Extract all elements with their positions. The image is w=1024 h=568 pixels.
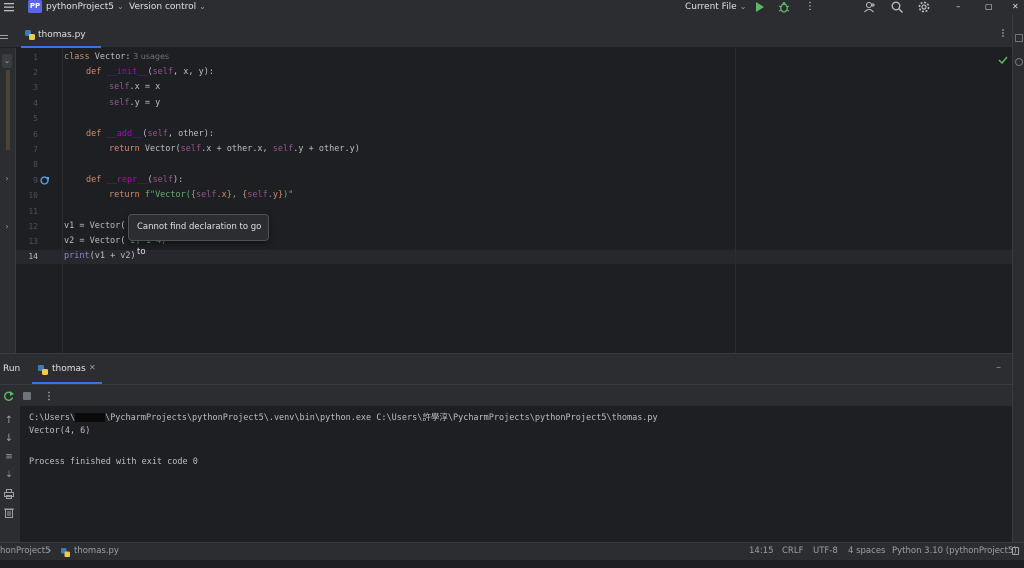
console-line-output: Vector(4, 6) bbox=[29, 426, 91, 436]
run-console[interactable]: C:\Users\ \PycharmProjects\pythonProject5… bbox=[20, 406, 1012, 542]
tab-run-thomas[interactable]: thomas ✕ bbox=[32, 358, 102, 384]
scroll-to-end-icon[interactable]: ⇣ bbox=[2, 468, 16, 482]
print-icon[interactable] bbox=[4, 489, 14, 502]
vcs-menu[interactable]: Version control ⌄ bbox=[129, 0, 206, 14]
run-side-toolbar: ↑ ↓ ≡ ⇣ bbox=[0, 406, 20, 542]
hamburger-menu-icon[interactable] bbox=[4, 2, 14, 12]
console-line-exit: Process finished with exit code 0 bbox=[29, 457, 198, 467]
line-number: 11 bbox=[28, 207, 38, 216]
code-line-2: def __init__(self, x, y): bbox=[86, 67, 214, 77]
code-line-10: return f"Vector({self.x}, {self.y})" bbox=[109, 190, 294, 200]
code-editor[interactable]: 1 2 3 4 5 6 7 8 9 10 11 12 13 14 class V… bbox=[16, 48, 1012, 353]
title-bar: PP pythonProject5 ⌄ Version control ⌄ Curr… bbox=[0, 0, 1024, 14]
project-scrollbar[interactable] bbox=[6, 70, 10, 150]
declaration-tooltip: Cannot find declaration to go to bbox=[128, 214, 269, 257]
trash-icon[interactable] bbox=[4, 507, 14, 521]
override-gutter-icon[interactable] bbox=[40, 175, 49, 188]
file-encoding[interactable]: UTF-8 bbox=[813, 546, 838, 556]
usages-hint[interactable]: 3 usages bbox=[133, 52, 169, 61]
breadcrumb-project[interactable]: honProject5 bbox=[0, 546, 50, 556]
run-panel-header: Run thomas ✕ – bbox=[0, 353, 1012, 384]
run-panel-title[interactable]: Run bbox=[3, 364, 20, 374]
status-bar: honProject5 › thomas.py 14:15 CRLF UTF-8… bbox=[0, 542, 1024, 560]
run-tab-label: thomas bbox=[52, 364, 86, 374]
project-badge[interactable]: PP bbox=[28, 0, 42, 13]
code-line-1: class Vector: 3 usages bbox=[64, 52, 170, 62]
line-endings[interactable]: CRLF bbox=[782, 546, 803, 556]
code-line-7: return Vector(self.x + other.x, self.y +… bbox=[109, 144, 360, 154]
expand-arrow-icon[interactable]: › bbox=[2, 220, 12, 234]
line-number: 2 bbox=[33, 68, 38, 77]
line-number: 4 bbox=[33, 99, 38, 108]
code-line-4: self.y = y bbox=[109, 98, 161, 108]
code-line-3: self.x = x bbox=[109, 82, 161, 92]
tab-label: thomas.py bbox=[38, 30, 86, 40]
expand-arrow-icon[interactable]: › bbox=[2, 172, 12, 186]
line-number: 1 bbox=[33, 53, 38, 62]
lock-icon[interactable] bbox=[1012, 547, 1019, 555]
line-number: 5 bbox=[33, 114, 38, 123]
more-actions-icon[interactable]: ⋮ bbox=[805, 0, 815, 14]
tab-overflow-icon[interactable] bbox=[1000, 28, 1006, 41]
line-number: 6 bbox=[33, 130, 38, 139]
line-number: 10 bbox=[28, 191, 38, 200]
run-config-label: Current File bbox=[685, 2, 737, 12]
line-number: 8 bbox=[33, 160, 38, 169]
chevron-down-icon: ⌄ bbox=[199, 2, 206, 11]
right-margin-guide bbox=[735, 48, 736, 353]
notifications-icon[interactable] bbox=[1015, 34, 1023, 42]
restore-button[interactable]: ▢ bbox=[985, 0, 993, 14]
soft-wrap-icon[interactable]: ≡ bbox=[2, 450, 16, 464]
close-window-button[interactable]: ✕ bbox=[1012, 0, 1019, 14]
minimize-panel-icon[interactable]: – bbox=[996, 362, 1001, 373]
more-options-icon[interactable] bbox=[47, 391, 51, 404]
minimize-button[interactable]: – bbox=[956, 0, 961, 14]
redacted-username bbox=[75, 413, 106, 422]
hamburger-menu-icon[interactable] bbox=[0, 32, 8, 45]
database-icon[interactable] bbox=[1015, 58, 1023, 66]
line-number: 3 bbox=[33, 83, 38, 92]
project-name: pythonProject5 bbox=[46, 2, 115, 12]
left-tool-strip: ⌄ › › bbox=[0, 48, 16, 353]
scroll-up-icon[interactable]: ↑ bbox=[2, 414, 16, 428]
vcs-label: Version control bbox=[129, 2, 197, 12]
line-number: 7 bbox=[33, 145, 38, 154]
project-switcher[interactable]: pythonProject5 ⌄ bbox=[46, 0, 124, 14]
chevron-down-icon: ⌄ bbox=[117, 2, 124, 11]
chevron-down-icon[interactable]: ⌄ bbox=[2, 54, 12, 68]
line-number: 9 bbox=[33, 176, 38, 185]
breadcrumb-file[interactable]: thomas.py bbox=[74, 546, 119, 556]
taskbar-strip bbox=[0, 560, 1024, 568]
current-line-highlight bbox=[16, 250, 1012, 264]
rerun-icon[interactable] bbox=[4, 391, 14, 404]
code-line-9: def __repr__(self): bbox=[86, 175, 184, 185]
caret-position[interactable]: 14:15 bbox=[749, 546, 774, 556]
run-toolbar bbox=[0, 384, 1012, 406]
chevron-down-icon: ⌄ bbox=[739, 2, 747, 11]
scroll-down-icon[interactable]: ↓ bbox=[2, 432, 16, 446]
breadcrumb-separator: › bbox=[48, 546, 52, 556]
code-line-14: print(v1 + v2) bbox=[64, 251, 136, 261]
stop-icon[interactable] bbox=[23, 392, 31, 400]
close-tab-icon[interactable]: ✕ bbox=[89, 363, 96, 372]
right-tool-strip bbox=[1012, 14, 1024, 542]
python-file-icon bbox=[61, 547, 70, 560]
line-number: 14 bbox=[28, 252, 38, 261]
code-line-12: v1 = Vector( bbox=[64, 221, 126, 231]
python-file-icon bbox=[38, 365, 48, 378]
tab-thomas-py[interactable]: thomas.py bbox=[21, 26, 101, 48]
run-config-selector[interactable]: Current File ⌄ bbox=[685, 0, 746, 14]
line-number: 12 bbox=[28, 222, 38, 231]
gutter-separator bbox=[62, 48, 63, 353]
check-icon[interactable] bbox=[998, 54, 1008, 67]
console-line-command: C:\Users\ \PycharmProjects\pythonProject5… bbox=[29, 413, 658, 423]
line-number: 13 bbox=[28, 237, 38, 246]
code-line-6: def __add__(self, other): bbox=[86, 129, 214, 139]
editor-tab-bar: thomas.py bbox=[0, 14, 1024, 48]
indent-setting[interactable]: 4 spaces bbox=[848, 546, 885, 556]
python-file-icon bbox=[25, 30, 35, 43]
python-interpreter[interactable]: Python 3.10 (pythonProject5) bbox=[892, 546, 1017, 556]
